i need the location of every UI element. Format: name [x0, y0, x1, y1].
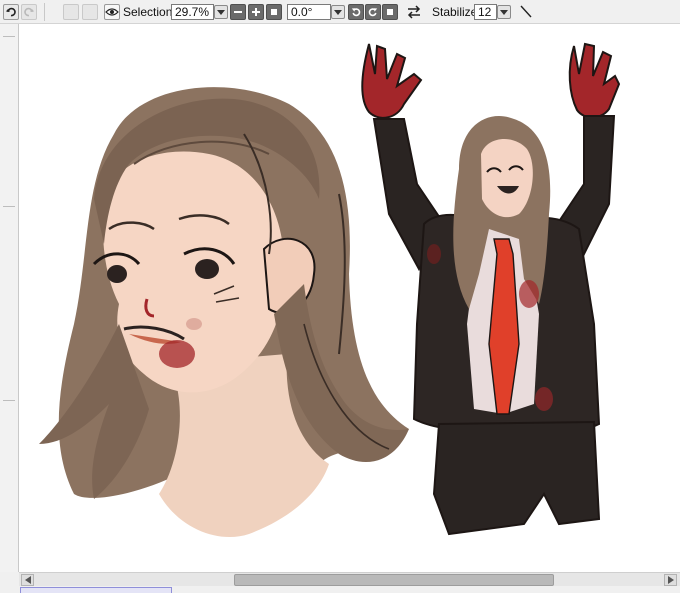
stabilizer-field[interactable]: 12: [474, 4, 497, 20]
rotate-right-button[interactable]: [365, 4, 381, 20]
zoom-fit-button[interactable]: [266, 4, 282, 20]
panel-tick: [3, 400, 15, 401]
left-eye: [107, 265, 127, 283]
rotation-field[interactable]: 0.0°: [287, 4, 331, 20]
zoom-field[interactable]: 29.7%: [171, 4, 214, 20]
eye-icon: [105, 8, 119, 16]
minus-icon: [234, 11, 242, 13]
trousers: [432, 420, 601, 536]
figure-illustration: [361, 42, 621, 536]
artwork: [39, 42, 621, 538]
document-tab[interactable]: [20, 587, 172, 593]
zoom-in-button[interactable]: [248, 4, 264, 20]
left-panel-strip: [0, 24, 19, 572]
panel-tick: [3, 36, 15, 37]
rotation-dropdown[interactable]: [331, 5, 345, 19]
redo-icon: [24, 7, 35, 17]
drawing-canvas[interactable]: [19, 24, 680, 572]
selection-label: Selection: [123, 5, 173, 19]
redo-button[interactable]: [21, 4, 37, 20]
cheek-blush: [186, 318, 202, 330]
square-icon: [387, 9, 393, 15]
rotate-left-icon: [351, 8, 361, 17]
visibility-toggle[interactable]: [104, 4, 120, 20]
flip-horizontal-button[interactable]: [406, 4, 422, 20]
chevron-down-icon: [334, 9, 342, 15]
rotate-left-button[interactable]: [348, 4, 364, 20]
figure-face: [481, 138, 533, 218]
pen-tool-button[interactable]: [518, 4, 534, 20]
zoom-dropdown[interactable]: [214, 5, 228, 19]
invert-selection-button[interactable]: [82, 4, 98, 20]
arrow-left-icon: [24, 576, 31, 584]
scroll-left-button[interactable]: [21, 574, 34, 586]
right-bloody-hand: [568, 42, 621, 119]
panel-tick: [3, 206, 15, 207]
toolbar-separator: [44, 3, 45, 21]
undo-icon: [5, 7, 16, 17]
portrait-illustration: [39, 87, 409, 538]
plus-icon: [252, 8, 260, 16]
stabilizer-dropdown[interactable]: [497, 5, 511, 19]
flip-arrows-icon: [407, 5, 421, 19]
chevron-down-icon: [500, 9, 508, 15]
bottom-panel-strip: [0, 586, 680, 593]
blood-stain: [519, 280, 539, 308]
toolbar: Selection 29.7% 0.0° Stabilizer 12: [0, 0, 680, 24]
scroll-thumb[interactable]: [234, 574, 554, 586]
zoom-out-button[interactable]: [230, 4, 246, 20]
reset-rotation-button[interactable]: [382, 4, 398, 20]
scroll-right-button[interactable]: [664, 574, 677, 586]
square-icon: [271, 9, 277, 15]
rotate-right-icon: [368, 8, 378, 17]
undo-button[interactable]: [3, 4, 19, 20]
deselect-button[interactable]: [63, 4, 79, 20]
horizontal-scrollbar[interactable]: [19, 572, 680, 586]
blood-stain: [535, 387, 553, 411]
left-bloody-hand: [361, 43, 423, 119]
blood-stain: [427, 244, 441, 264]
arrow-right-icon: [667, 576, 674, 584]
right-eye: [195, 259, 219, 279]
blood-smear: [159, 340, 195, 368]
line-tool-icon: [520, 5, 532, 18]
chevron-down-icon: [217, 9, 225, 15]
